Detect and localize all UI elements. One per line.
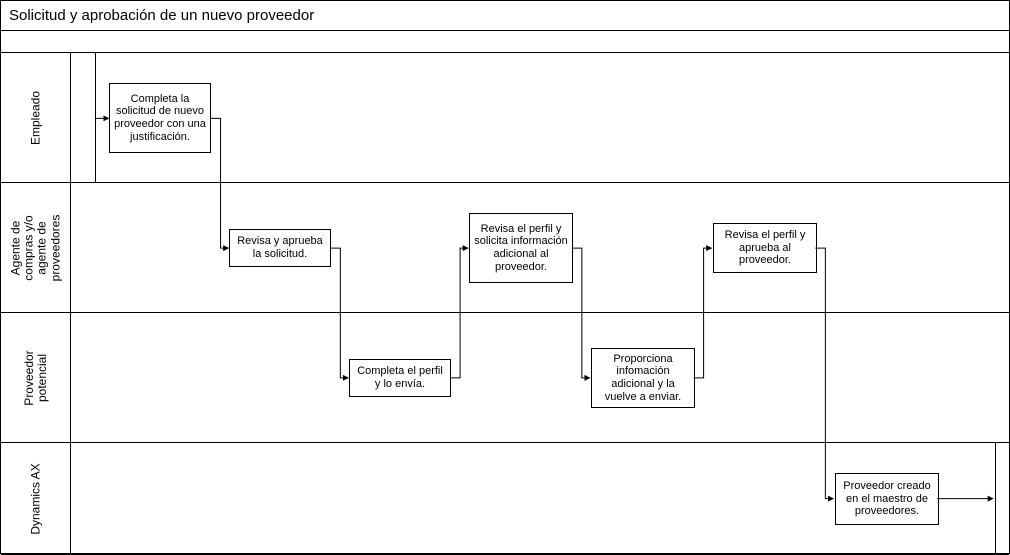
lanes-container: Empleado Agente decompras y/oagente depr… xyxy=(1,53,1009,555)
task-revisa-aprueba-proveedor: Revisa el perfil y aprueba al proveedor. xyxy=(713,223,817,273)
spacer-row xyxy=(1,31,1009,53)
lane-label-agente: Agente decompras y/oagente deproveedores xyxy=(9,193,62,303)
task-revisa-aprueba-solicitud: Revisa y aprueba la solicitud. xyxy=(229,229,331,267)
lane-label-col: Agente decompras y/oagente deproveedores xyxy=(1,183,71,312)
lane-proveedor: Proveedorpotencial xyxy=(1,313,1009,443)
lane-label-col: Proveedorpotencial xyxy=(1,313,71,442)
pool-divider xyxy=(995,443,996,554)
task-proveedor-creado: Proveedor creado en el maestro de provee… xyxy=(835,473,939,525)
lane-body-proveedor xyxy=(71,313,1009,442)
swimlane-diagram: Solicitud y aprobación de un nuevo prove… xyxy=(0,0,1010,554)
lane-label-proveedor: Proveedorpotencial xyxy=(22,323,48,433)
task-proporciona-info: Proporciona infomación adicional y la vu… xyxy=(591,348,695,408)
task-completa-solicitud: Completa la solicitud de nuevo proveedor… xyxy=(109,83,211,153)
lane-label-empleado: Empleado xyxy=(29,90,42,144)
lane-body-empleado xyxy=(71,53,1009,182)
pool-divider xyxy=(95,53,96,182)
task-revisa-solicita-info: Revisa el perfil y solicita información … xyxy=(469,213,573,283)
task-completa-perfil: Completa el perfil y lo envía. xyxy=(349,359,451,397)
lane-label-dynamics: Dynamics AX xyxy=(29,463,42,534)
diagram-title: Solicitud y aprobación de un nuevo prove… xyxy=(1,1,1009,31)
lane-label-col: Empleado xyxy=(1,53,71,182)
lane-label-col: Dynamics AX xyxy=(1,443,71,554)
